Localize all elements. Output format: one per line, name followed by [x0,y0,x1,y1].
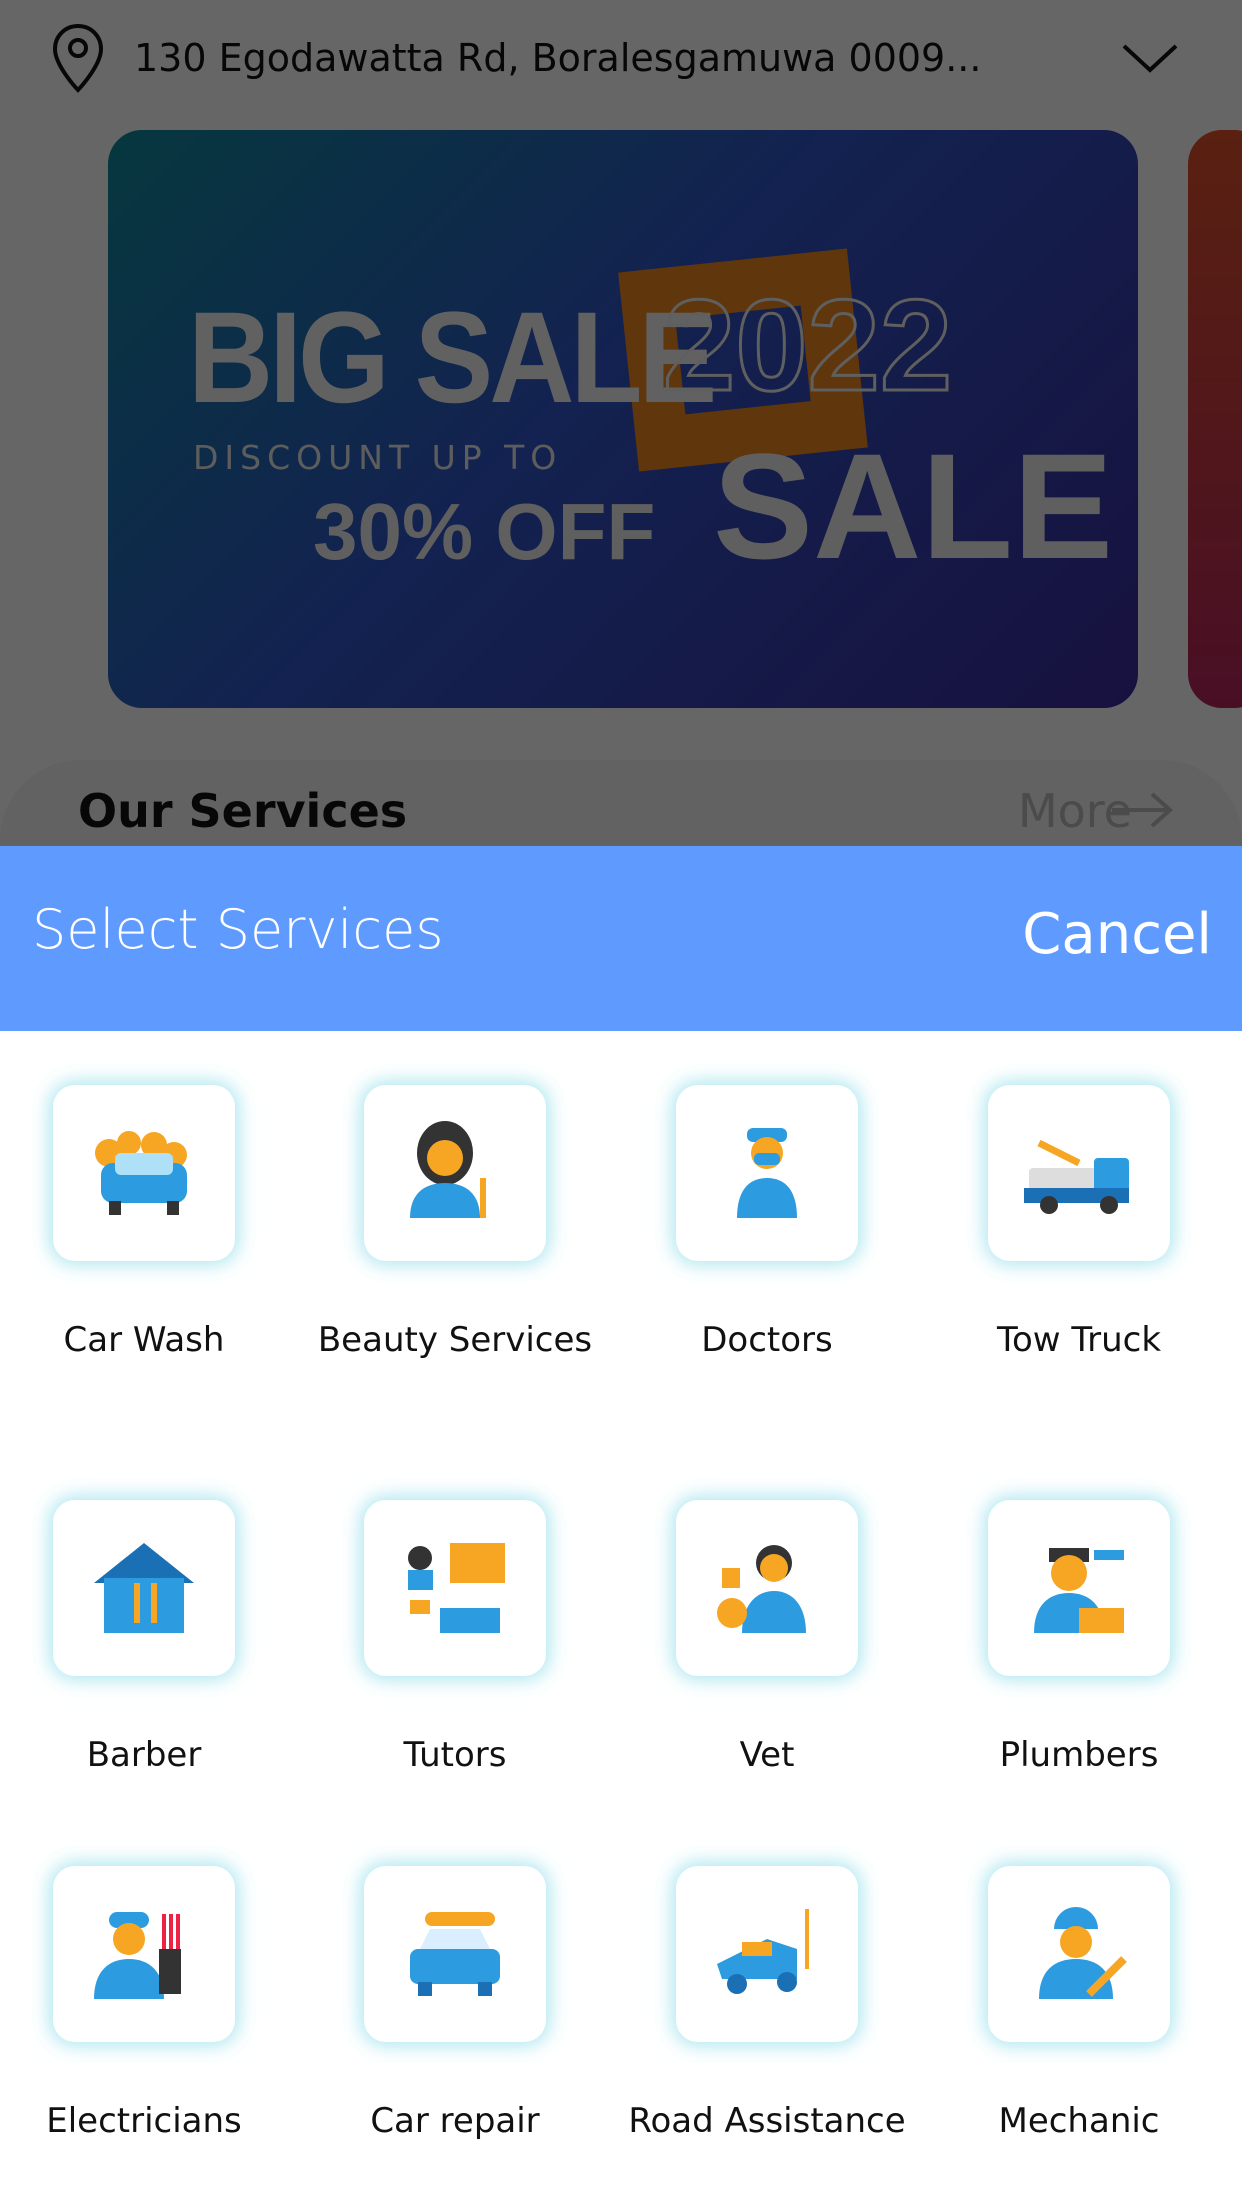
service-item[interactable]: Mechanic [923,1866,1235,2146]
service-item[interactable]: Tutors [299,1500,611,1780]
service-tile[interactable] [364,1085,546,1261]
service-item[interactable]: Car repair [299,1866,611,2146]
address-selector[interactable]: 130 Egodawatta Rd, Boralesgamuwa 0009... [50,22,1200,94]
service-label: Doctors [701,1320,833,1360]
service-item[interactable]: Doctors [611,1085,923,1365]
service-label: Beauty Services [317,1320,593,1360]
service-item[interactable]: Tow Truck [923,1085,1235,1365]
chevron-down-icon[interactable] [1120,40,1180,76]
vet-icon [717,1545,806,1633]
tutor-icon [408,1543,505,1633]
section-title: Our Services [78,784,408,838]
cancel-button[interactable]: Cancel [1022,902,1212,967]
service-label: Mechanic [998,2101,1160,2141]
beauty-icon [410,1121,486,1218]
service-tile[interactable] [988,1085,1170,1261]
doctor-icon [737,1128,797,1218]
promo-banner[interactable]: BIG SALE DISCOUNT UP TO 30% OFF 2022 SAL… [108,130,1138,708]
service-label: Plumbers [999,1735,1159,1775]
service-tile[interactable] [676,1866,858,2042]
road-assistance-icon [717,1909,809,1994]
service-item[interactable]: Road Assistance [611,1866,923,2146]
service-label: Vet [739,1735,795,1775]
service-tile[interactable] [676,1085,858,1261]
service-label: Tutors [403,1735,507,1775]
service-tile[interactable] [53,1085,235,1261]
service-item[interactable]: Beauty Services [299,1085,611,1365]
service-label: Car Wash [63,1320,225,1360]
banner-discount: 30% OFF [313,487,656,576]
service-tile[interactable] [53,1500,235,1676]
service-tile[interactable] [364,1500,546,1676]
sheet-header: Select Services Cancel [0,846,1242,1031]
service-tile[interactable] [53,1866,235,2042]
banner-year: 2022 [661,271,953,420]
banner-headline: BIG SALE [188,285,717,431]
service-label: Car repair [370,2101,540,2141]
electrician-icon [94,1912,181,1999]
barber-icon [94,1543,194,1633]
mechanic-icon [1039,1907,1127,1999]
select-services-sheet: Select Services Cancel Car Wash Beauty Se… [0,846,1242,2208]
arrow-right-icon[interactable] [1110,790,1174,830]
banner-subtitle: DISCOUNT UP TO [193,438,563,477]
service-tile[interactable] [988,1866,1170,2042]
service-tile[interactable] [676,1500,858,1676]
service-tile[interactable] [364,1866,546,2042]
service-label: Barber [86,1735,202,1775]
banner-sale: SALE [713,422,1114,590]
service-item[interactable]: Vet [611,1500,923,1780]
service-item[interactable]: Barber [0,1500,300,1780]
address-text: 130 Egodawatta Rd, Boralesgamuwa 0009... [134,36,982,80]
plumber-icon [1034,1548,1124,1633]
service-label: Tow Truck [996,1320,1162,1360]
service-item[interactable]: Electricians [0,1866,300,2146]
service-tile[interactable] [988,1500,1170,1676]
car-wash-icon [95,1131,187,1215]
car-repair-icon [410,1912,500,1996]
service-item[interactable]: Car Wash [0,1085,300,1365]
map-pin-icon [52,23,104,93]
promo-banner-next[interactable] [1188,130,1242,708]
sheet-title: Select Services [32,898,444,961]
tow-truck-icon [1024,1139,1129,1214]
service-label: Road Assistance [628,2101,906,2141]
service-label: Electricians [46,2101,242,2141]
service-item[interactable]: Plumbers [923,1500,1235,1780]
